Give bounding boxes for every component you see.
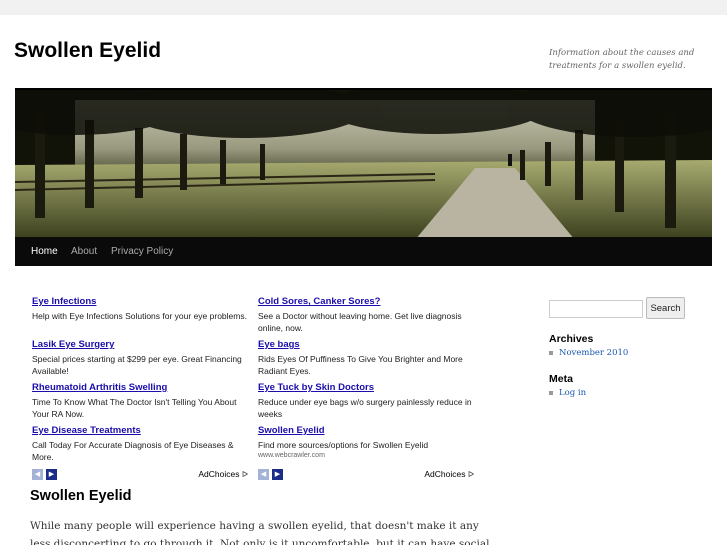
post-body: While many people will experience having… [30, 520, 490, 545]
adchoices-icon: ᐅ [467, 470, 474, 479]
ad-title-link[interactable]: Eye Disease Treatments [32, 425, 254, 437]
ad-entry: Eye Infections Help with Eye Infections … [32, 296, 254, 322]
ad-description: Time To Know What The Doctor Isn't Telli… [32, 397, 237, 419]
ad-navigation: ◀ ▶ AdChoices ᐅ [258, 469, 478, 481]
ad-block-left: Eye Infections Help with Eye Infections … [32, 296, 254, 486]
ad-title-link[interactable]: Swollen Eyelid [258, 425, 480, 437]
list-bullet [549, 390, 553, 395]
adchoices-label: AdChoices [198, 469, 240, 479]
ad-entry: Rheumatoid Arthritis Swelling Time To Kn… [32, 382, 254, 420]
ad-entry: Eye bags Rids Eyes Of Puffiness To Give … [258, 339, 480, 377]
ad-title-link[interactable]: Rheumatoid Arthritis Swelling [32, 382, 254, 394]
archive-link-label: November 2010 [559, 348, 629, 358]
list-bullet [549, 350, 553, 355]
ad-description: Reduce under eye bags w/o surgery painle… [258, 397, 472, 419]
page-wrapper: Swollen Eyelid Information about the cau… [0, 15, 727, 545]
park-avenue-image [15, 90, 712, 238]
ad-description: Find more sources/options for Swollen Ey… [258, 440, 429, 450]
site-tagline: Information about the causes and treatme… [549, 48, 695, 71]
ad-description: Call Today For Accurate Diagnosis of Eye… [32, 440, 234, 462]
ad-prev-arrow-icon[interactable]: ◀ [258, 469, 269, 480]
ad-entry: Cold Sores, Canker Sores? See a Doctor w… [258, 296, 480, 334]
adchoices-link[interactable]: AdChoices ᐅ [198, 469, 248, 480]
ad-block-right: Cold Sores, Canker Sores? See a Doctor w… [258, 296, 480, 486]
search-input[interactable] [549, 300, 643, 318]
ad-next-arrow-icon[interactable]: ▶ [46, 469, 57, 480]
nav-item-privacy-policy[interactable]: Privacy Policy [111, 237, 173, 266]
post-title[interactable]: Swollen Eyelid [30, 488, 132, 504]
search-button[interactable]: Search [646, 297, 685, 319]
ad-description: Rids Eyes Of Puffiness To Give You Brigh… [258, 354, 463, 376]
adchoices-icon: ᐅ [241, 470, 248, 479]
meta-link-login[interactable]: Log in [549, 388, 586, 398]
ad-entry: Eye Disease Treatments Call Today For Ac… [32, 425, 254, 463]
ad-entry: Eye Tuck by Skin Doctors Reduce under ey… [258, 382, 480, 420]
ad-description: See a Doctor without leaving home. Get l… [258, 311, 462, 333]
ad-url[interactable]: www.webcrawler.com [258, 452, 480, 459]
archives-widget-title: Archives [549, 333, 594, 345]
ad-title-link[interactable]: Lasik Eye Surgery [32, 339, 254, 351]
ad-navigation: ◀ ▶ AdChoices ᐅ [32, 469, 252, 481]
archive-link[interactable]: November 2010 [549, 348, 628, 358]
ad-description: Help with Eye Infections Solutions for y… [32, 311, 247, 321]
ad-prev-arrow-icon[interactable]: ◀ [32, 469, 43, 480]
adchoices-link[interactable]: AdChoices ᐅ [424, 469, 474, 480]
meta-widget-title: Meta [549, 373, 573, 385]
ad-entry: Lasik Eye Surgery Special prices startin… [32, 339, 254, 377]
header-banner-image [15, 88, 712, 238]
ad-next-arrow-icon[interactable]: ▶ [272, 469, 283, 480]
nav-item-about[interactable]: About [71, 237, 97, 266]
ad-title-link[interactable]: Eye bags [258, 339, 480, 351]
ad-description: Special prices starting at $299 per eye.… [32, 354, 242, 376]
ad-title-link[interactable]: Eye Infections [32, 296, 254, 308]
main-nav: Home About Privacy Policy [15, 237, 712, 266]
adchoices-label: AdChoices [424, 469, 466, 479]
nav-item-home[interactable]: Home [31, 237, 58, 266]
ad-entry: Swollen Eyelid Find more sources/options… [258, 425, 480, 459]
meta-link-label: Log in [559, 388, 587, 398]
ad-title-link[interactable]: Eye Tuck by Skin Doctors [258, 382, 480, 394]
site-title[interactable]: Swollen Eyelid [14, 39, 161, 63]
ad-title-link[interactable]: Cold Sores, Canker Sores? [258, 296, 480, 308]
